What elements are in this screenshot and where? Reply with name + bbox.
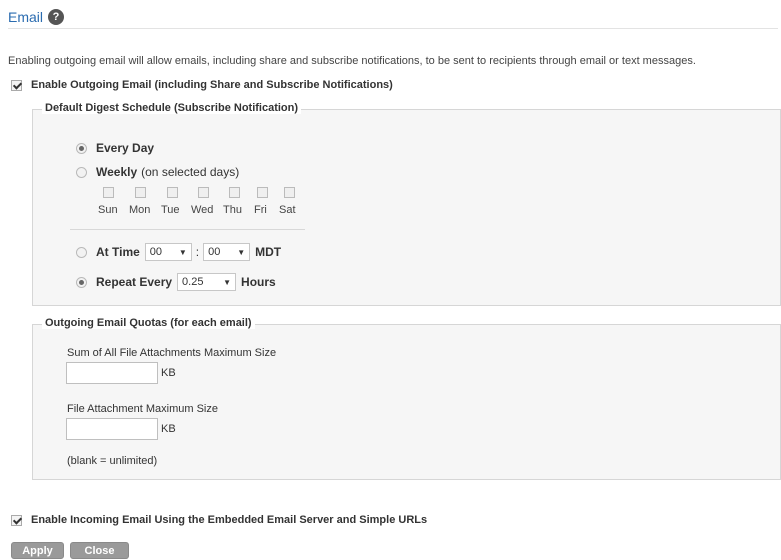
repeat-interval-select[interactable]: 0.25 ▼ [177,273,237,291]
chevron-down-icon: ▼ [237,247,246,257]
help-icon[interactable]: ? [48,9,65,25]
at-time-row: At Time 00 ▼ : 00 ▼ MDT [76,243,281,261]
day-checkbox-thu[interactable] [229,187,240,198]
sum-attachments-row: KB [66,362,176,384]
repeat-every-row: Repeat Every 0.25 ▼ Hours [76,273,276,291]
day-label-fri: Fri [254,204,267,216]
sum-attachments-label: Sum of All File Attachments Maximum Size [67,347,277,359]
at-time-radio[interactable] [76,246,87,258]
digest-legend: Default Digest Schedule (Subscribe Notif… [42,102,302,114]
sum-attachments-input[interactable] [66,362,158,384]
file-attachment-input[interactable] [66,418,158,440]
day-checkbox-wed[interactable] [198,187,209,198]
apply-button[interactable]: Apply [11,542,64,559]
minute-value: 00 [208,246,221,258]
repeat-every-radio[interactable] [76,276,87,288]
weekly-note: (on selected days) [141,165,240,179]
file-attachment-row: KB [66,418,176,440]
repeat-every-label: Repeat Every [96,275,173,289]
enable-outgoing-row: Enable Outgoing Email (including Share a… [11,79,393,91]
day-label-wed: Wed [191,204,214,216]
quotas-legend: Outgoing Email Quotas (for each email) [42,317,255,329]
day-checkbox-sat[interactable] [284,187,295,198]
repeat-interval-value: 0.25 [182,276,204,288]
enable-incoming-checkbox[interactable] [11,514,22,526]
minute-select[interactable]: 00 ▼ [203,243,251,261]
day-label-mon: Mon [129,204,151,216]
close-button[interactable]: Close [70,542,129,559]
chevron-down-icon: ▼ [178,247,187,257]
at-time-label: At Time [96,245,140,259]
day-label-sun: Sun [98,204,118,216]
file-attachment-label: File Attachment Maximum Size [67,403,218,415]
enable-incoming-row: Enable Incoming Email Using the Embedded… [11,514,427,526]
hours-label: Hours [241,275,276,289]
day-checkbox-sun[interactable] [103,187,114,198]
day-checkbox-fri[interactable] [257,187,268,198]
intro-text: Enabling outgoing email will allow email… [8,55,696,67]
quota-note: (blank = unlimited) [67,455,158,467]
hour-select[interactable]: 00 ▼ [144,243,192,261]
section-header: Email ? [8,9,65,25]
day-checkbox-tue[interactable] [167,187,178,198]
every-day-row: Every Day [76,141,154,155]
weekly-radio[interactable] [76,166,87,178]
day-label-sat: Sat [279,204,296,216]
day-label-tue: Tue [161,204,180,216]
weekly-row: Weekly (on selected days) [76,165,239,179]
every-day-label: Every Day [96,141,155,155]
day-checkbox-mon[interactable] [135,187,146,198]
hour-value: 00 [149,246,163,258]
header-divider [8,28,778,29]
every-day-radio[interactable] [76,142,87,154]
section-title: Email [8,9,44,25]
chevron-down-icon: ▼ [223,277,232,287]
enable-outgoing-label: Enable Outgoing Email (including Share a… [31,79,393,91]
enable-incoming-label: Enable Incoming Email Using the Embedded… [31,514,428,526]
weekly-label: Weekly [96,165,138,179]
sum-attachments-unit: KB [161,367,176,379]
schedule-divider [70,229,305,230]
day-label-thu: Thu [223,204,242,216]
time-colon: : [195,245,200,259]
timezone-label: MDT [255,245,282,259]
enable-outgoing-checkbox[interactable] [11,79,22,91]
file-attachment-unit: KB [161,423,176,435]
